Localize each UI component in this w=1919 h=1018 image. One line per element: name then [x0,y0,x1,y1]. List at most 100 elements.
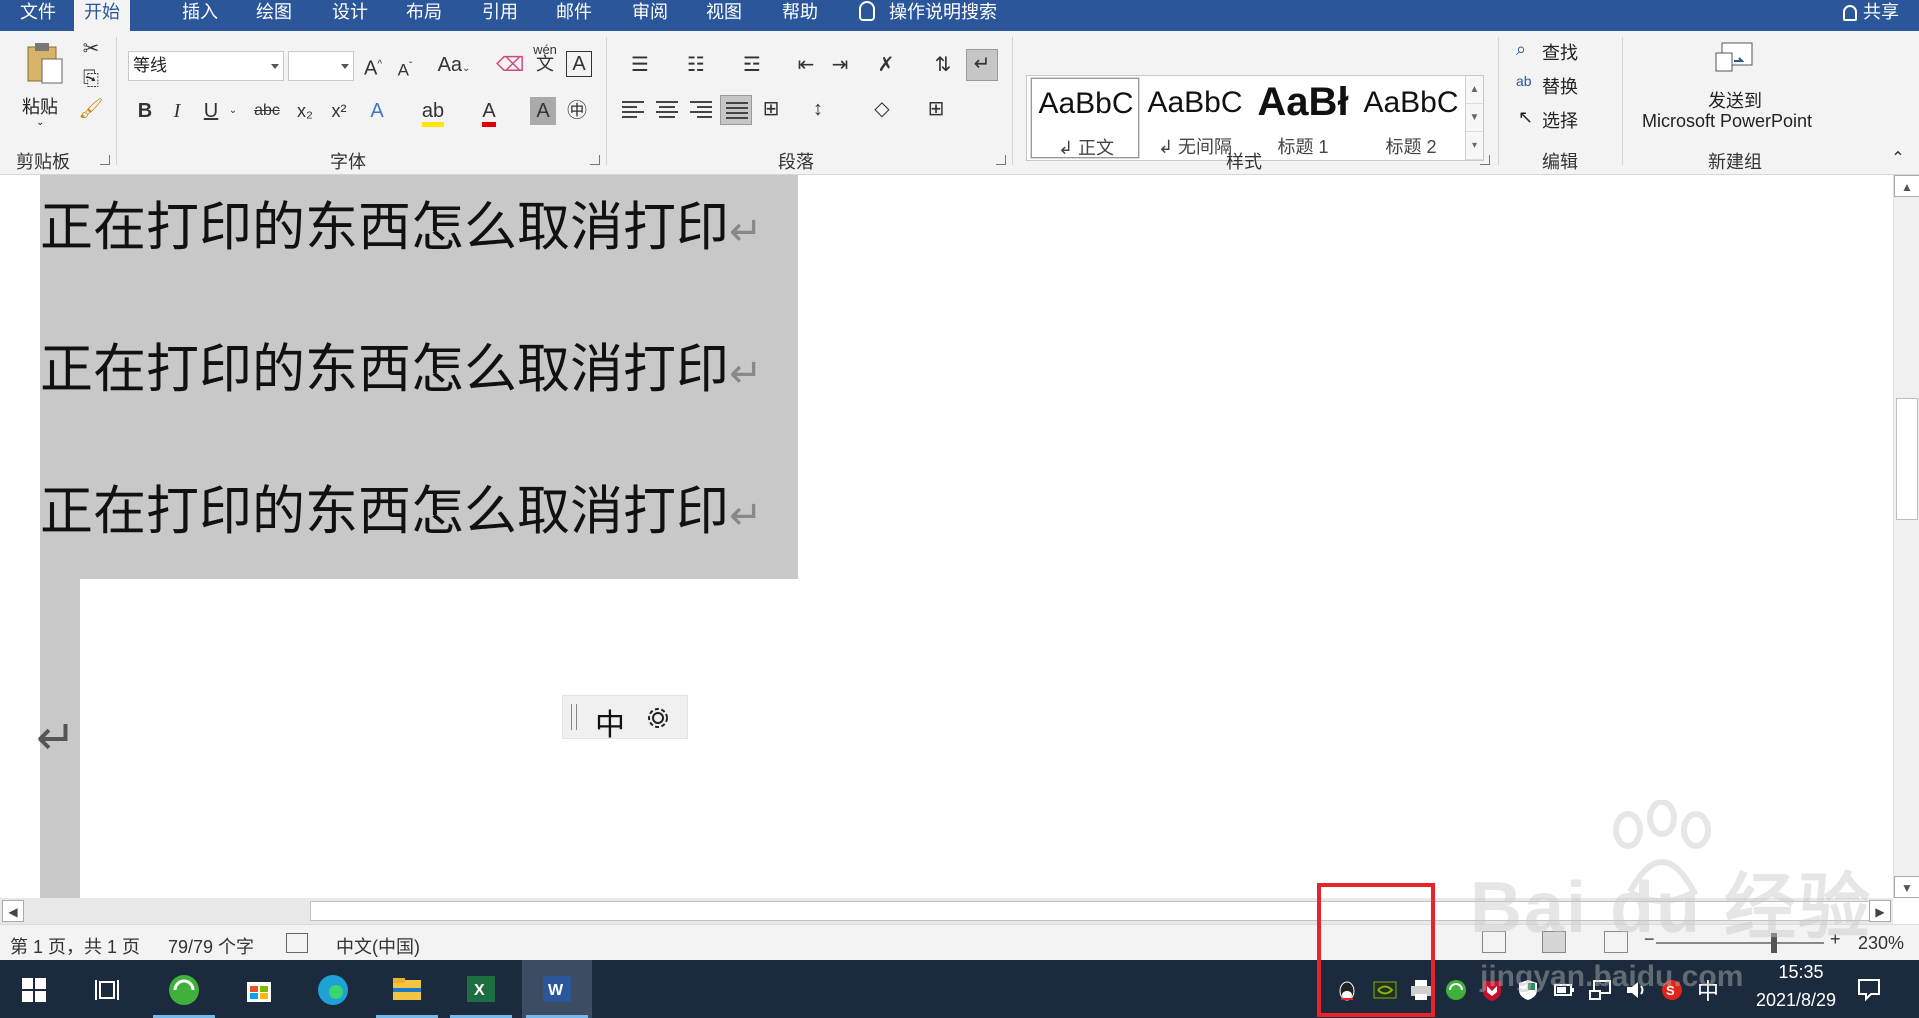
copy-icon[interactable]: ⎘ [78,65,104,93]
sort-icon[interactable]: ⇅ [930,51,956,79]
task-view-icon[interactable] [94,978,120,1002]
zoom-slider-thumb[interactable] [1770,933,1777,953]
document-line[interactable]: 正在打印的东西怎么取消打印↵ [40,185,763,261]
zoom-in-button[interactable]: + [1830,929,1841,950]
notification-icon[interactable] [1856,976,1882,1002]
web-layout-icon[interactable] [1604,931,1628,953]
font-name-dropdown[interactable]: 等线 [128,51,284,81]
clock-date[interactable]: 2021/8/29 [1734,990,1858,1011]
superscript-button[interactable]: x² [326,97,352,125]
clock-time[interactable]: 15:35 [1756,962,1846,983]
style-no-spacing[interactable]: AaBbC ↲ 无间隔 [1141,78,1249,158]
text-effects-icon[interactable]: A [364,97,390,125]
font-color-icon[interactable]: A [474,97,504,127]
word-count[interactable]: 79/79 个字 [168,933,254,959]
horizontal-scrollbar[interactable]: ◀ ▶ [0,898,1893,924]
share-button[interactable]: 共享 [1843,0,1899,31]
sogou-input-icon[interactable]: S [1660,978,1684,1002]
clear-format-icon[interactable]: ⌫ [496,51,524,79]
select-button[interactable]: ↖ 选择 [1516,105,1606,133]
line-spacing-icon[interactable]: ↕ [798,95,838,123]
taskbar-browser-360[interactable] [149,960,219,1018]
subscript-button[interactable]: x₂ [292,97,318,125]
chinese-layout-icon[interactable]: ✗ [866,51,906,79]
network-icon[interactable] [1588,978,1612,1002]
decrease-indent-icon[interactable]: ⇤ [792,51,820,79]
send-to-powerpoint-button[interactable]: 发送到 Microsoft PowerPoint [1640,37,1830,141]
language-indicator[interactable]: 中文(中国) [336,933,420,959]
tab-layout[interactable]: 布局 [396,0,452,31]
bullets-icon[interactable]: ☰ [620,51,660,79]
show-hide-marks-icon[interactable]: ↵ [966,49,998,81]
gear-icon[interactable] [643,703,673,733]
align-left-icon[interactable] [622,101,644,119]
volume-icon[interactable] [1624,978,1648,1002]
highlight-color-icon[interactable]: ab [418,97,448,127]
zoom-slider[interactable] [1656,942,1824,944]
cut-icon[interactable]: ✂ [78,35,104,63]
nvidia-icon[interactable] [1373,978,1397,1002]
qq-icon[interactable] [1335,978,1359,1002]
clipboard-launcher[interactable] [100,155,110,165]
ime-mode-toggle[interactable]: 中 [595,700,625,744]
strikethrough-button[interactable]: abc [250,97,284,125]
zoom-out-button[interactable]: − [1644,929,1655,950]
collapse-ribbon-icon[interactable]: ⌃ [1886,145,1910,173]
document-line[interactable]: 正在打印的东西怎么取消打印↵ [40,469,763,545]
align-center-icon[interactable] [656,101,678,119]
paragraph-launcher[interactable] [996,155,1006,165]
chevron-up-icon[interactable]: ▲ [1466,76,1483,104]
tab-mailings[interactable]: 邮件 [546,0,602,31]
tab-help[interactable]: 帮助 [772,0,828,31]
character-shading-icon[interactable]: A [530,97,556,125]
tab-review[interactable]: 审阅 [622,0,678,31]
document-canvas[interactable]: 正在打印的东西怎么取消打印↵ 正在打印的东西怎么取消打印↵ 正在打印的东西怎么取… [0,175,1893,898]
numbering-icon[interactable]: ☷ [676,51,716,79]
format-painter-icon[interactable]: 🖌 [78,95,104,123]
page-count[interactable]: 第 1 页，共 1 页 [10,933,140,959]
security-360-icon[interactable] [1444,978,1468,1002]
align-right-icon[interactable] [690,101,712,119]
grow-font-button[interactable]: A^ [362,51,384,83]
tab-view[interactable]: 视图 [696,0,752,31]
character-border-button[interactable]: A [566,51,592,77]
bold-button[interactable]: B [132,97,158,125]
zoom-level[interactable]: 230% [1858,933,1904,954]
document-line[interactable]: 正在打印的东西怎么取消打印↵ [40,327,763,403]
replace-button[interactable]: ab 替换 [1516,71,1606,99]
change-case-button[interactable]: Aa⌄ [436,51,472,83]
input-language-indicator[interactable]: 中 [1697,974,1719,1006]
drag-handle[interactable] [571,704,577,730]
tab-references[interactable]: 引用 [472,0,528,31]
distributed-icon[interactable]: ⊞ [758,95,784,123]
read-mode-icon[interactable] [1482,931,1506,953]
tab-home[interactable]: 开始 [74,0,130,31]
mcafee-icon[interactable] [1480,978,1504,1002]
find-button[interactable]: ⌕ 查找 [1516,37,1606,65]
vertical-scroll-thumb[interactable] [1896,398,1918,520]
tab-draw[interactable]: 绘图 [246,0,302,31]
shading-icon[interactable]: ◇ [862,95,902,123]
horizontal-scroll-thumb[interactable] [310,901,1870,921]
battery-icon[interactable] [1552,978,1576,1002]
borders-icon[interactable]: ⊞ [916,95,956,123]
tab-file[interactable]: 文件 [10,0,66,31]
shrink-font-button[interactable]: Aˇ [394,53,416,85]
italic-button[interactable]: I [164,97,190,125]
taskbar-excel[interactable]: X [446,960,516,1018]
vertical-scrollbar[interactable]: ▲ ▼ [1893,175,1919,898]
printer-icon[interactable] [1409,978,1433,1002]
print-layout-icon[interactable] [1542,931,1566,953]
taskbar-file-explorer[interactable] [372,960,442,1018]
font-launcher[interactable] [590,155,600,165]
proofing-icon[interactable] [286,933,308,953]
tab-design[interactable]: 设计 [322,0,378,31]
enclose-characters-icon[interactable]: ㊥ [564,97,590,125]
increase-indent-icon[interactable]: ⇥ [826,51,854,79]
paste-button[interactable]: 粘贴 ⌄ [18,37,68,137]
ime-toolbar[interactable]: 中 [562,695,688,742]
style-heading-2[interactable]: AaBbC 标题 2 [1357,78,1465,158]
underline-button[interactable]: U [198,97,224,125]
tell-me-search[interactable]: 操作说明搜索 [859,0,997,31]
taskbar-store[interactable] [224,960,294,1018]
